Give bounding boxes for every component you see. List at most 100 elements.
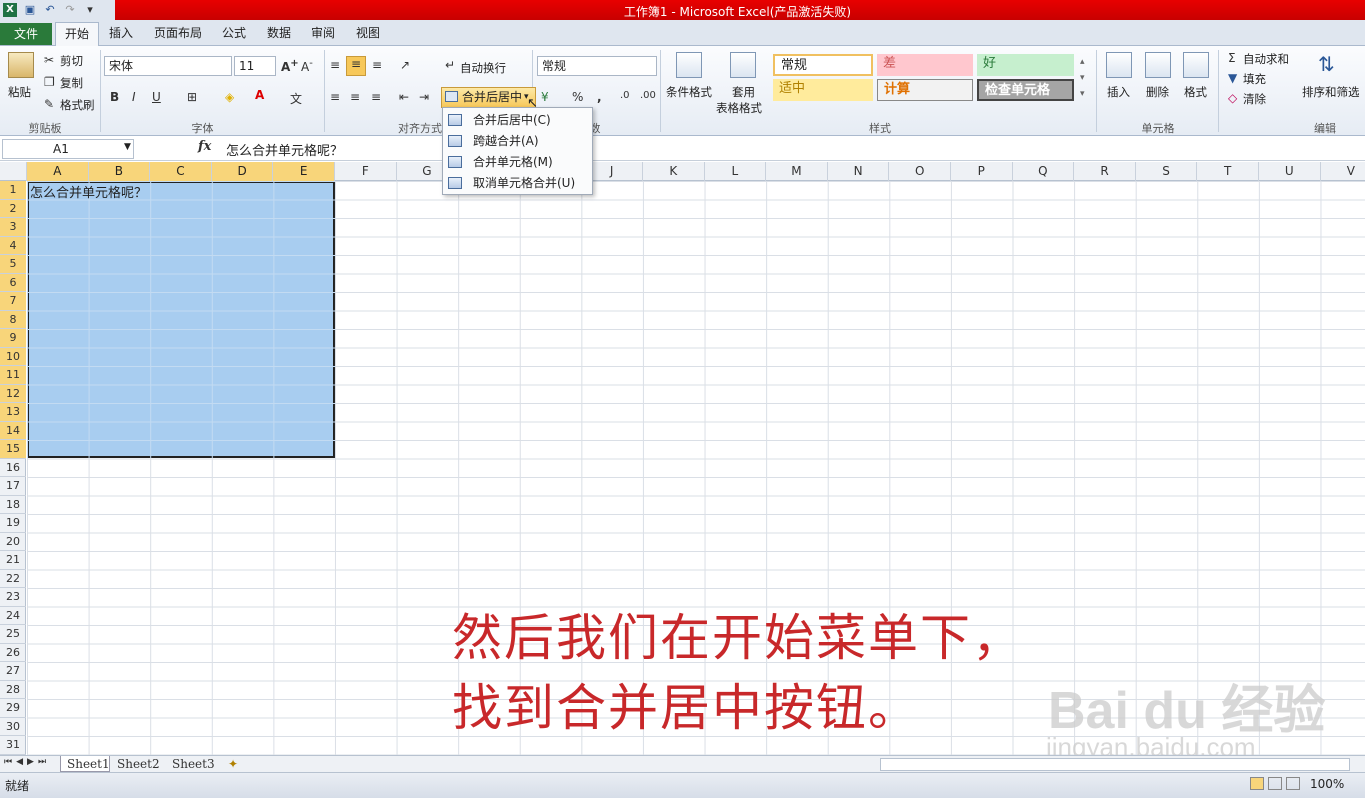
row-header[interactable]: 15 <box>0 440 26 459</box>
shrink-font-icon[interactable]: A- <box>301 58 313 74</box>
tab-data[interactable]: 数据 <box>264 22 294 46</box>
orientation-icon[interactable]: ↗ <box>400 58 410 72</box>
font-size-box[interactable]: 11 <box>234 56 276 76</box>
column-header[interactable]: C <box>150 162 212 181</box>
column-header[interactable]: F <box>335 162 397 181</box>
insert-function-icon[interactable]: fx <box>198 139 211 154</box>
row-header[interactable]: 6 <box>0 273 26 292</box>
insert-cells-button[interactable]: 插入 <box>1107 84 1130 100</box>
row-header[interactable]: 7 <box>0 292 26 311</box>
row-header[interactable]: 20 <box>0 533 26 551</box>
row-header[interactable]: 16 <box>0 459 26 477</box>
sheet-tab-1[interactable]: Sheet1 <box>60 756 110 772</box>
row-header[interactable]: 25 <box>0 625 26 644</box>
copy-button[interactable]: 复制 <box>60 75 83 91</box>
row-header[interactable]: 2 <box>0 199 26 218</box>
column-header[interactable]: L <box>705 162 767 181</box>
style-calculation[interactable]: 计算 <box>877 79 973 101</box>
save-icon[interactable]: ▣ <box>23 3 37 17</box>
row-header[interactable]: 9 <box>0 329 26 348</box>
row-header[interactable]: 11 <box>0 366 26 385</box>
delete-cells-button[interactable]: 删除 <box>1146 84 1169 100</box>
delete-cells-icon[interactable] <box>1145 52 1171 78</box>
row-header[interactable]: 14 <box>0 421 26 440</box>
bold-button[interactable]: B <box>110 90 119 104</box>
row-header[interactable]: 30 <box>0 718 26 736</box>
tab-formulas[interactable]: 公式 <box>219 22 249 46</box>
row-header[interactable]: 17 <box>0 477 26 496</box>
column-header[interactable]: K <box>643 162 705 181</box>
format-cells-button[interactable]: 格式 <box>1184 84 1207 100</box>
align-left-icon[interactable]: ≡ <box>330 90 340 104</box>
row-header[interactable]: 12 <box>0 384 26 403</box>
decrease-indent-icon[interactable]: ⇤ <box>399 90 409 104</box>
paste-button[interactable]: 粘贴 <box>8 84 31 100</box>
formula-input[interactable]: 怎么合并单元格呢？ <box>226 140 343 159</box>
column-header[interactable]: A <box>27 162 89 181</box>
row-header[interactable]: 26 <box>0 644 26 662</box>
redo-icon[interactable]: ↷ <box>63 3 77 17</box>
style-check-cell[interactable]: 检查单元格 <box>977 79 1074 101</box>
row-header[interactable]: 4 <box>0 236 26 255</box>
align-top-icon[interactable]: ≡ <box>330 58 340 72</box>
name-box-dropdown-icon[interactable]: ▼ <box>124 142 131 152</box>
wrap-text-button[interactable]: 自动换行 <box>460 60 506 76</box>
column-header[interactable]: Q <box>1013 162 1075 181</box>
row-header[interactable]: 27 <box>0 662 26 681</box>
tab-view[interactable]: 视图 <box>353 22 383 46</box>
column-header[interactable]: B <box>88 162 151 181</box>
table-format-label-1[interactable]: 套用 <box>732 84 755 100</box>
row-header[interactable]: 31 <box>0 736 26 755</box>
menu-item-merge-across[interactable]: 跨越合并(A) <box>443 131 592 152</box>
style-good[interactable]: 好 <box>977 54 1074 76</box>
tab-review[interactable]: 审阅 <box>308 22 338 46</box>
cut-button[interactable]: 剪切 <box>60 53 83 69</box>
conditional-format-button[interactable]: 条件格式 <box>666 84 712 100</box>
cell-a1[interactable]: 怎么合并单元格呢？ <box>30 182 147 201</box>
font-name-box[interactable]: 宋体 <box>104 56 232 76</box>
new-sheet-icon[interactable]: ✦ <box>228 756 244 772</box>
table-format-icon[interactable] <box>730 52 756 78</box>
fill-color-icon[interactable]: ◈ <box>225 90 234 104</box>
normal-view-icon[interactable] <box>1250 777 1264 790</box>
align-center-icon[interactable]: ≡ <box>350 90 360 104</box>
page-break-view-icon[interactable] <box>1286 777 1300 790</box>
sheet-tab-3[interactable]: Sheet3 <box>172 756 222 772</box>
sort-filter-icon[interactable]: ⇅ <box>1318 52 1335 76</box>
italic-button[interactable]: I <box>132 90 136 104</box>
currency-icon[interactable]: ¥ <box>541 90 549 104</box>
column-header[interactable]: N <box>828 162 890 181</box>
number-format-box[interactable]: 常规 <box>537 56 657 76</box>
column-header[interactable]: D <box>211 162 274 181</box>
align-bottom-icon[interactable]: ≡ <box>372 58 382 72</box>
styles-scroll-icon[interactable]: ▴ ▾ ▾ <box>1080 54 1085 102</box>
decrease-decimal-icon[interactable]: .00 <box>640 90 656 101</box>
column-header[interactable]: V <box>1321 162 1365 181</box>
row-header[interactable]: 5 <box>0 255 26 274</box>
row-header[interactable]: 3 <box>0 218 26 237</box>
style-neutral[interactable]: 适中 <box>773 79 873 101</box>
column-header[interactable]: R <box>1074 162 1136 181</box>
fill-button[interactable]: 填充 <box>1243 71 1266 87</box>
increase-decimal-icon[interactable]: .0 <box>620 90 630 101</box>
style-bad[interactable]: 差 <box>877 54 973 76</box>
font-color-icon[interactable]: A <box>255 88 264 102</box>
row-header[interactable]: 1 <box>0 181 26 200</box>
comma-button[interactable]: , <box>597 90 602 104</box>
horizontal-scrollbar[interactable] <box>880 758 1350 771</box>
percent-button[interactable]: % <box>572 90 583 104</box>
zoom-level[interactable]: 100% <box>1310 777 1344 791</box>
row-header[interactable]: 29 <box>0 699 26 718</box>
format-cells-icon[interactable] <box>1183 52 1209 78</box>
column-header[interactable]: P <box>951 162 1013 181</box>
sheet-nav-arrows-icon[interactable]: ⏮◀▶⏭ <box>4 757 50 767</box>
conditional-format-icon[interactable] <box>676 52 702 78</box>
row-header[interactable]: 24 <box>0 607 26 625</box>
autosum-button[interactable]: 自动求和 <box>1243 51 1289 67</box>
phonetic-icon[interactable]: 文 <box>290 90 302 107</box>
row-header[interactable]: 10 <box>0 347 26 366</box>
menu-item-unmerge-cells[interactable]: 取消单元格合并(U) <box>443 173 592 194</box>
column-header[interactable]: S <box>1136 162 1198 181</box>
border-icon[interactable]: ⊞ <box>187 90 197 104</box>
row-header[interactable]: 21 <box>0 551 26 570</box>
